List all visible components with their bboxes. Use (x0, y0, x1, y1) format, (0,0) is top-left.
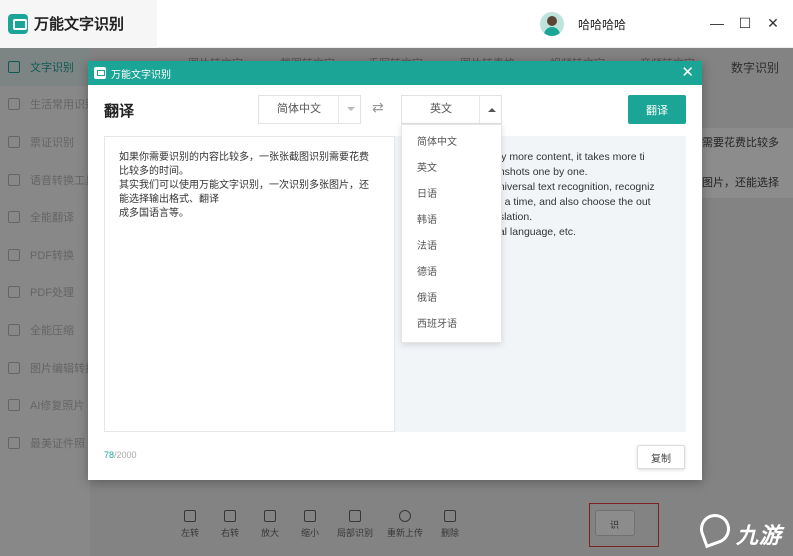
minimize-icon[interactable]: — (708, 14, 726, 32)
character-count: 78/2000 (104, 450, 137, 460)
language-option-ru[interactable]: 俄语 (402, 286, 501, 312)
translate-button[interactable]: 翻译 (628, 95, 686, 124)
source-language-select[interactable]: 简体中文 (258, 95, 361, 124)
language-option-ja[interactable]: 日语 (402, 182, 501, 208)
target-language-dropdown: 简体中文 英文 日语 韩语 法语 德语 俄语 西班牙语 (401, 124, 502, 343)
watermark-logo-icon (695, 509, 735, 549)
language-option-en[interactable]: 英文 (402, 156, 501, 182)
chevron-down-icon[interactable] (338, 96, 360, 123)
user-profile[interactable]: 哈哈哈哈 (540, 12, 626, 36)
character-count-value: 78 (104, 450, 115, 460)
chevron-up-icon[interactable] (479, 96, 501, 123)
source-text-line: 如果你需要识别的内容比较多，一张张截图识别需要花费 (119, 152, 369, 163)
user-name[interactable]: 哈哈哈哈 (578, 16, 626, 33)
translated-text-line: at a time, and also choose the out (493, 196, 651, 208)
dialog-header: 万能文字识别 ✕ (88, 61, 702, 85)
dialog-header-title: 万能文字识别 (111, 69, 171, 81)
source-text-line: 能选择输出格式、翻译 (119, 194, 219, 205)
close-icon[interactable]: ✕ (681, 64, 694, 81)
copy-button[interactable]: 复制 (637, 445, 685, 469)
language-option-es[interactable]: 西班牙语 (402, 312, 501, 338)
source-text-area[interactable]: 如果你需要识别的内容比较多，一张张截图识别需要花费 比较多的时间。 其实我们可以… (104, 136, 395, 432)
translate-dialog: 万能文字识别 ✕ 翻译 简体中文 ⇄ 英文 翻译 如果你需要识别的内容比较多，一… (88, 61, 702, 480)
watermark-text: 九游 (736, 523, 783, 548)
language-option-zh[interactable]: 简体中文 (402, 130, 501, 156)
language-option-de[interactable]: 德语 (402, 260, 501, 286)
swap-languages-icon[interactable]: ⇄ (372, 99, 384, 116)
translated-text-line: tify more content, it takes more ti (493, 151, 645, 163)
source-language-value: 简体中文 (277, 103, 321, 115)
watermark: 九游 (695, 509, 790, 550)
target-language-value: 英文 (430, 103, 452, 115)
target-language-select[interactable]: 英文 (401, 95, 502, 124)
translated-text-line: enshots one by one. (493, 166, 588, 178)
app-logo: 万能文字识别 (0, 0, 157, 48)
translated-text-line: nslation. (493, 211, 533, 223)
app-logo-icon (94, 67, 106, 79)
title-bar: 万能文字识别 哈哈哈哈 — ☐ ✕ (0, 0, 793, 48)
language-option-fr[interactable]: 法语 (402, 234, 501, 260)
avatar[interactable] (540, 12, 564, 36)
translated-text-line: ual language, etc. (493, 226, 576, 238)
source-text-line: 比较多的时间。 (119, 166, 189, 177)
app-logo-icon (8, 13, 28, 34)
app-name: 万能文字识别 (34, 16, 125, 33)
close-window-icon[interactable]: ✕ (764, 14, 782, 32)
maximize-icon[interactable]: ☐ (736, 14, 754, 32)
translated-text-line: universal text recognition, recogniz (493, 181, 655, 193)
character-count-total: /2000 (114, 450, 137, 460)
language-option-ko[interactable]: 韩语 (402, 208, 501, 234)
dialog-title: 翻译 (104, 103, 135, 120)
source-text-line: 其实我们可以使用万能文字识别，一次识别多张图片，还 (119, 180, 369, 191)
source-text-line: 成多国语言等。 (119, 208, 189, 219)
